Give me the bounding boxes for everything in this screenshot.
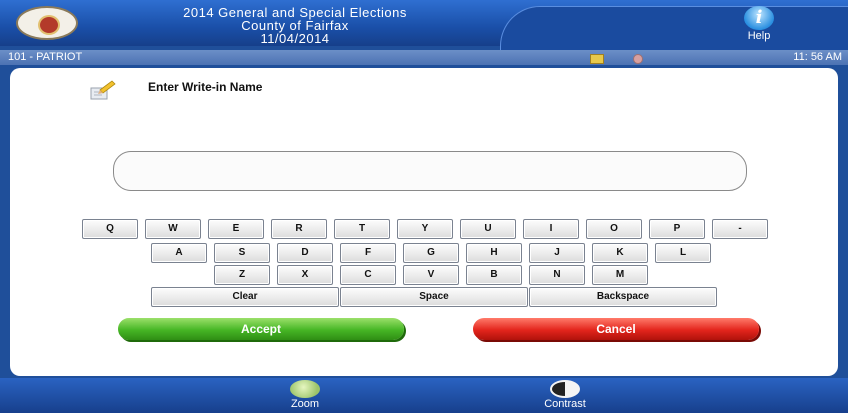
- footer-bar: Zoom Contrast: [0, 378, 848, 413]
- contrast-label: Contrast: [544, 398, 586, 410]
- key-f[interactable]: F: [340, 243, 396, 263]
- key-e[interactable]: E: [208, 219, 264, 239]
- info-icon: i: [744, 6, 774, 30]
- key-g[interactable]: G: [403, 243, 459, 263]
- key-x[interactable]: X: [277, 265, 333, 285]
- precinct-label: 101 - PATRIOT: [8, 51, 83, 63]
- help-label: Help: [747, 30, 771, 42]
- key-j[interactable]: J: [529, 243, 585, 263]
- key-u[interactable]: U: [460, 219, 516, 239]
- clock: 11: 56 AM: [793, 51, 842, 63]
- space-key[interactable]: Space: [340, 287, 528, 307]
- key-n[interactable]: N: [529, 265, 585, 285]
- key-q[interactable]: Q: [82, 219, 138, 239]
- election-title: 2014 General and Special Elections Count…: [125, 6, 465, 45]
- key-hyphen[interactable]: -: [712, 219, 768, 239]
- key-y[interactable]: Y: [397, 219, 453, 239]
- election-date: 11/04/2014: [260, 31, 330, 46]
- key-c[interactable]: C: [340, 265, 396, 285]
- key-s[interactable]: S: [214, 243, 270, 263]
- key-r[interactable]: R: [271, 219, 327, 239]
- cancel-button[interactable]: Cancel: [473, 318, 759, 340]
- zoom-label: Zoom: [290, 398, 320, 410]
- key-v[interactable]: V: [403, 265, 459, 285]
- key-d[interactable]: D: [277, 243, 333, 263]
- key-h[interactable]: H: [466, 243, 522, 263]
- clear-key[interactable]: Clear: [151, 287, 339, 307]
- key-o[interactable]: O: [586, 219, 642, 239]
- pencil-icon: [90, 80, 116, 100]
- magnifier-icon: [290, 380, 320, 398]
- accept-button[interactable]: Accept: [118, 318, 404, 340]
- key-l[interactable]: L: [655, 243, 711, 263]
- key-w[interactable]: W: [145, 219, 201, 239]
- help-button[interactable]: i Help: [737, 6, 781, 46]
- key-p[interactable]: P: [649, 219, 705, 239]
- key-a[interactable]: A: [151, 243, 207, 263]
- key-b[interactable]: B: [466, 265, 522, 285]
- power-icon: [633, 54, 643, 64]
- status-bar: 101 - PATRIOT 11: 56 AM: [0, 50, 848, 65]
- page-title: Enter Write-in Name: [148, 80, 263, 94]
- header-bar: 2014 General and Special Elections Count…: [0, 0, 848, 51]
- zoom-button[interactable]: Zoom: [265, 380, 345, 410]
- card-icon: [590, 54, 604, 64]
- contrast-icon: [550, 380, 580, 398]
- key-m[interactable]: M: [592, 265, 648, 285]
- backspace-key[interactable]: Backspace: [529, 287, 717, 307]
- key-i[interactable]: I: [523, 219, 579, 239]
- county-seal-logo: [16, 6, 78, 40]
- contrast-button[interactable]: Contrast: [525, 380, 605, 410]
- header-tab: [500, 6, 848, 51]
- key-z[interactable]: Z: [214, 265, 270, 285]
- key-k[interactable]: K: [592, 243, 648, 263]
- write-in-name-field[interactable]: [113, 151, 747, 191]
- write-in-panel: Enter Write-in Name Q W E R T Y U I O P …: [10, 68, 838, 376]
- key-t[interactable]: T: [334, 219, 390, 239]
